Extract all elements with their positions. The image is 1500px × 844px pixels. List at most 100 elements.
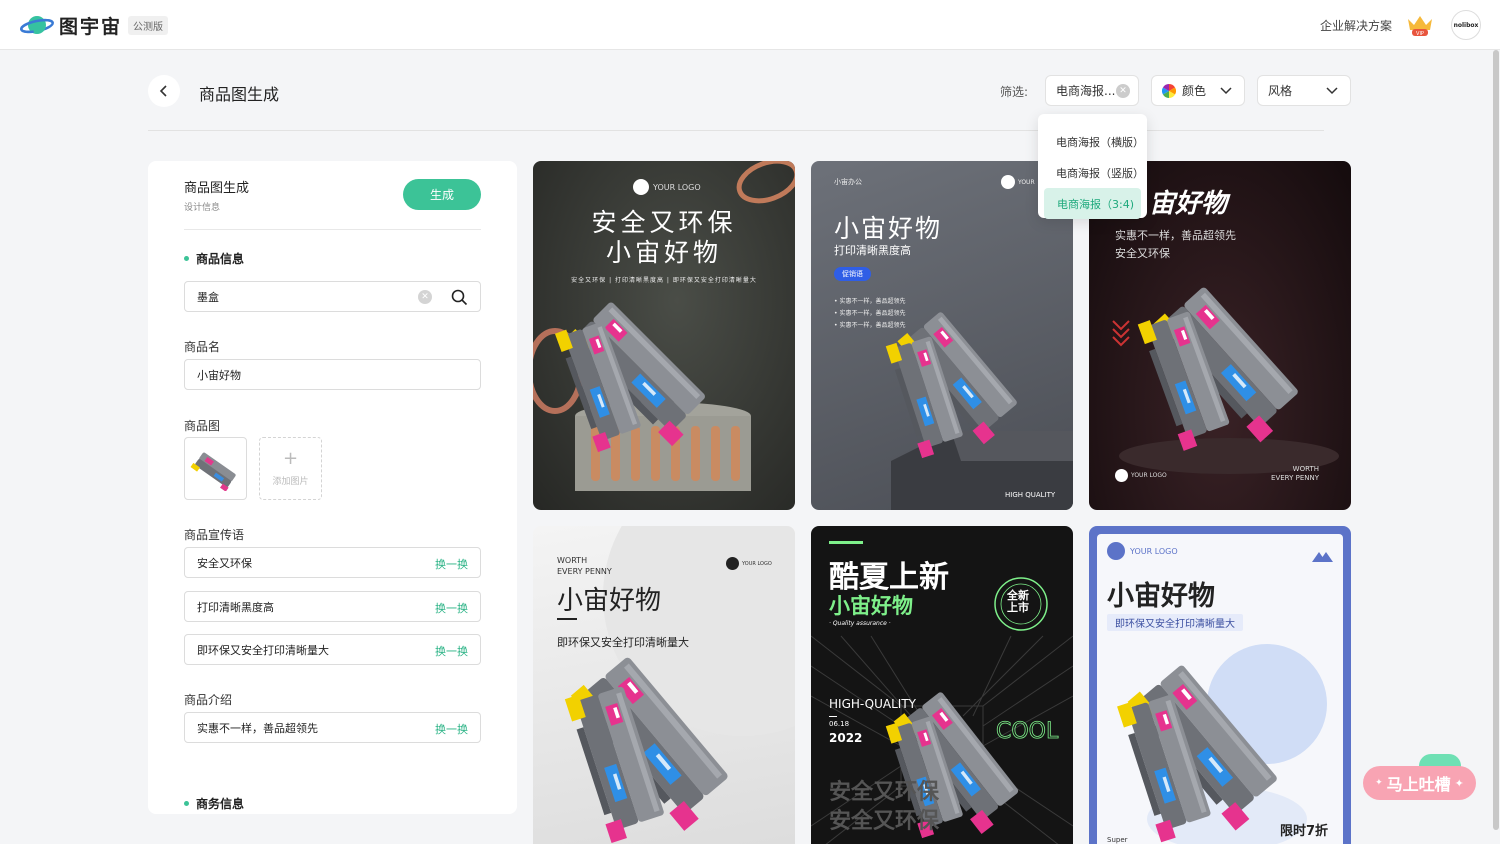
back-button[interactable] <box>148 75 180 107</box>
slogan-label: 商品宣传语 <box>184 528 245 542</box>
dropdown-option[interactable]: 电商海报（竖版） <box>1038 157 1147 188</box>
card-title: 宙好物 <box>1149 189 1228 219</box>
template-card-1[interactable]: YOUR LOGO 安全又环保 小宙好物 安全又环保 | 打印清晰黑度高 | 即… <box>533 161 795 510</box>
cool-outline-text: COOL <box>996 719 1059 744</box>
template-card-5[interactable]: COOL 酷夏上新 小宙好物 · Quality assurance · 全新上… <box>811 526 1073 844</box>
card-top-text: EVERY PENNY <box>557 567 612 576</box>
top-bar: 图宇宙 公测版 企业解决方案 VIP nolibox <box>0 0 1500 50</box>
section-dot <box>184 256 189 261</box>
product-name-value: 小宙好物 <box>197 368 241 382</box>
swap-button[interactable]: 换一换 <box>435 721 468 737</box>
chevron-down-icon <box>1220 87 1232 95</box>
template-card-6[interactable]: YOUR LOGO 小宙好物 即环保又安全打印清晰量大 限时7折 Super <box>1089 526 1351 844</box>
card-subtitle: 即环保又安全打印清晰量大 <box>1107 614 1243 631</box>
feedback-button[interactable]: ✦ 马上吐槽 ✦ <box>1363 766 1476 800</box>
sparkle-icon: ✦ <box>1375 778 1383 788</box>
filter-style-select[interactable]: 风格 <box>1257 75 1351 106</box>
product-search-input[interactable]: 墨盒 ✕ <box>184 281 481 312</box>
circle-badge: 全新 上市 <box>1007 590 1029 614</box>
feedback-label: 马上吐槽 <box>1386 775 1451 794</box>
card-big-text: 安全又环保 <box>829 780 940 805</box>
vip-crown-icon[interactable]: VIP <box>1405 13 1435 37</box>
card-discount: 限时7折 <box>1280 824 1329 839</box>
card-logo-text: YOUR <box>1018 178 1035 186</box>
product-info-heading: 商品信息 <box>196 252 245 266</box>
slogan-value: 安全又环保 <box>197 556 252 570</box>
dropdown-option[interactable]: 电商海报（横版） <box>1038 126 1147 157</box>
search-icon[interactable] <box>451 289 468 306</box>
panel-divider <box>184 229 481 230</box>
planet-logo-icon[interactable] <box>20 13 54 37</box>
card-logo: YOUR LOGO <box>726 557 772 570</box>
card-bullet: • 实惠不一样，善品超领先 <box>834 298 906 305</box>
intro-label: 商品介绍 <box>184 693 233 707</box>
clear-filter-icon[interactable]: ✕ <box>1116 84 1130 98</box>
beta-badge: 公测版 <box>128 16 168 35</box>
product-name-input[interactable]: 小宙好物 <box>184 359 481 390</box>
filter-type-dropdown: 电商海报（横版） 电商海报（竖版） 电商海报（3:4) <box>1038 114 1147 219</box>
chevron-left-icon <box>159 85 167 97</box>
logo-mark-icon <box>633 179 649 195</box>
card-footer: HIGH QUALITY <box>1005 491 1056 499</box>
card-footer: EVERY PENNY <box>1271 474 1319 482</box>
filter-type-value: 电商海报... <box>1056 84 1116 98</box>
card-bullet: • 实惠不一样，善品超领先 <box>834 310 906 317</box>
logo-mark-icon <box>1107 542 1125 560</box>
card-tag: 小宙办公 <box>834 178 862 186</box>
product-image-label: 商品图 <box>184 419 221 433</box>
card-date: 06.18 <box>829 720 850 728</box>
dropdown-option-selected[interactable]: 电商海报（3:4) <box>1044 188 1141 219</box>
card-subtitle: 打印清晰黑度高 <box>834 244 911 257</box>
product-search-value: 墨盒 <box>197 290 219 304</box>
user-avatar[interactable]: nolibox <box>1451 10 1481 40</box>
slogan-value: 打印清晰黑度高 <box>197 600 274 614</box>
card-logo-text: YOUR LOGO <box>742 560 772 567</box>
dash-line <box>829 716 837 717</box>
add-image-button[interactable]: + 添加图片 <box>259 437 322 500</box>
app-name[interactable]: 图宇宙 <box>59 12 122 39</box>
card-footer: WORTH <box>1292 465 1319 473</box>
panel-title: 商品图生成 <box>184 181 250 196</box>
panel-subtitle: 设计信息 <box>184 203 221 213</box>
product-image-thumbnail[interactable] <box>184 437 247 500</box>
card-top-text: WORTH <box>557 556 588 565</box>
card-logo-text: YOUR LOGO <box>653 182 701 192</box>
template-card-2[interactable]: 小宙办公 YOUR 小宙好物 打印清晰黑度高 促销语 • 实惠不一样，善品超领先… <box>811 161 1073 510</box>
section-dot <box>184 801 189 806</box>
logo-mark-icon <box>1115 469 1128 482</box>
card-line: 安全又环保 <box>1115 247 1170 260</box>
intro-input[interactable]: 实惠不一样，善品超领先 换一换 <box>184 712 481 743</box>
card-hq-text: HIGH-QUALITY <box>829 697 916 711</box>
card-logo: YOUR <box>1001 175 1035 189</box>
card-subtitle: 小宙好物 <box>829 594 913 618</box>
clear-search-icon[interactable]: ✕ <box>418 290 432 304</box>
toner-cartridge-image <box>190 452 236 491</box>
card-headline: 小宙好物 <box>605 238 722 267</box>
slogan-input-2[interactable]: 打印清晰黑度高 换一换 <box>184 591 481 622</box>
generate-button[interactable]: 生成 <box>403 179 481 210</box>
filter-type-select[interactable]: 电商海报... ✕ <box>1045 75 1139 106</box>
card-small-text: 安全又环保 | 打印清晰黑度高 | 即环保又安全打印清晰量大 <box>571 277 757 284</box>
filter-style-label: 风格 <box>1268 84 1293 98</box>
product-info-section: 商品信息 <box>184 250 244 267</box>
card-bullet: • 实惠不一样，善品超领先 <box>834 322 906 329</box>
card-big-text: 安全又环保 <box>829 809 940 834</box>
filter-color-select[interactable]: 颜色 <box>1151 75 1245 106</box>
slogan-input-1[interactable]: 安全又环保 换一换 <box>184 547 481 578</box>
swap-button[interactable]: 换一换 <box>435 643 468 659</box>
card-badge: 促销语 <box>834 267 871 281</box>
slogan-input-3[interactable]: 即环保又安全打印清晰量大 换一换 <box>184 634 481 665</box>
slogan-value: 即环保又安全打印清晰量大 <box>197 643 329 657</box>
card-logo: YOUR LOGO <box>633 179 701 195</box>
swap-button[interactable]: 换一换 <box>435 600 468 616</box>
card-title: 小宙好物 <box>834 214 943 243</box>
intro-value: 实惠不一样，善品超领先 <box>197 721 318 735</box>
enterprise-solutions-link[interactable]: 企业解决方案 <box>1320 17 1392 34</box>
color-wheel-icon <box>1162 83 1176 98</box>
template-card-4[interactable]: WORTH EVERY PENNY YOUR LOGO 小宙好物 即环保又安全打… <box>533 526 795 844</box>
business-info-section: 商务信息 <box>184 795 244 812</box>
circle-badge-line: 上市 <box>1007 601 1029 614</box>
chevron-down-icon <box>1326 87 1338 95</box>
swap-button[interactable]: 换一换 <box>435 556 468 572</box>
scrollbar[interactable] <box>1493 50 1499 830</box>
